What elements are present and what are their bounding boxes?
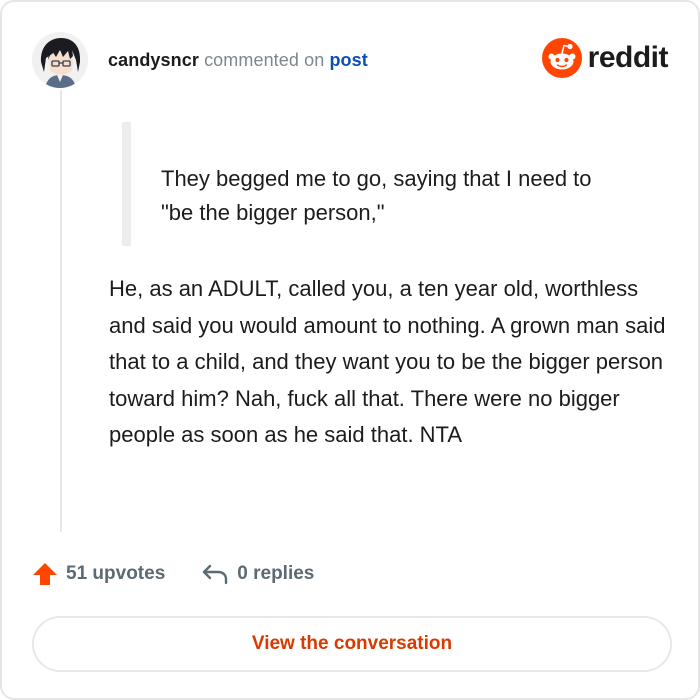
comment-stats: 51 upvotes 0 replies	[32, 558, 314, 590]
reddit-logo-icon	[541, 38, 582, 78]
avatar[interactable]	[32, 32, 88, 88]
post-link[interactable]: post	[329, 50, 367, 70]
upvotes-count: 51 upvotes	[66, 563, 166, 584]
replies-count: 0 replies	[237, 563, 315, 584]
reddit-brand[interactable]: reddit	[541, 38, 669, 78]
replies-stat[interactable]: 0 replies	[201, 562, 314, 586]
comment-card: candysncr commented on post reddit They …	[0, 0, 700, 700]
comment-header: candysncr commented on post	[32, 30, 368, 90]
upvote-arrow-icon	[33, 563, 57, 585]
comment-body: He, as an ADULT, called you, a ten year …	[109, 276, 666, 447]
reply-arrow-icon	[203, 564, 228, 585]
quoted-text: They begged me to go, saying that I need…	[122, 122, 622, 246]
avatar-icon	[32, 32, 88, 88]
username[interactable]: candysncr	[108, 50, 199, 70]
upvotes-stat[interactable]: 51 upvotes	[32, 561, 165, 587]
action-text: commented on	[204, 49, 325, 70]
brand-wordmark: reddit	[587, 41, 669, 74]
view-conversation-button[interactable]: View the conversation	[32, 616, 672, 672]
byline: candysncr commented on post	[108, 50, 368, 71]
thread-line	[60, 90, 62, 532]
